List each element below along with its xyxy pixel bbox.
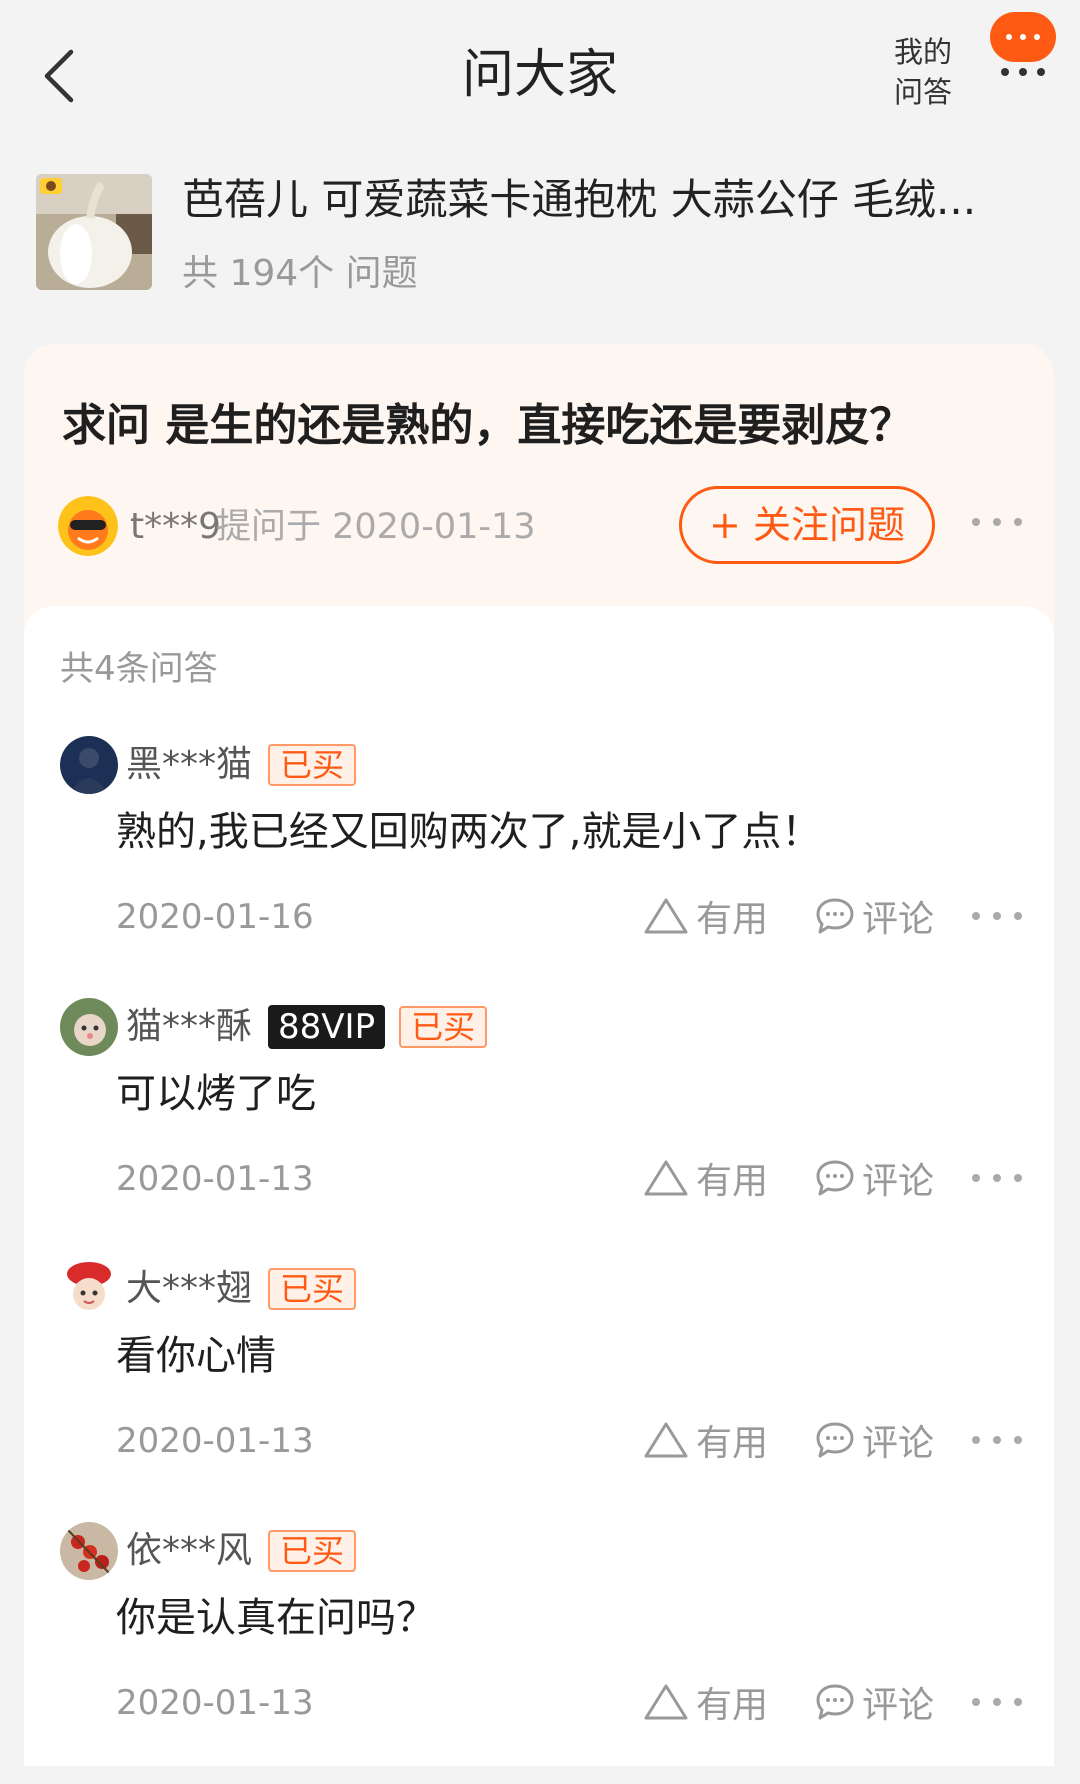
more-dots-icon[interactable]	[972, 1696, 1022, 1708]
more-dots-icon	[988, 68, 1058, 76]
comment-button[interactable]: 评论	[814, 1150, 934, 1206]
avatar	[60, 998, 118, 1056]
useful-label: 有用	[696, 899, 769, 940]
more-dots-icon[interactable]	[972, 910, 1022, 922]
product-title: 芭蓓儿 可爱蔬菜卡通抱枕 大蒜公仔 毛绒...	[182, 175, 977, 224]
more-dots-icon[interactable]	[972, 512, 1022, 532]
my-qa-link[interactable]: 我的 问答	[888, 32, 958, 112]
comment-button[interactable]: 评论	[814, 1674, 934, 1730]
triangle-useful-icon	[644, 1422, 688, 1458]
answer-text: 熟的,我已经又回购两次了,就是小了点！	[116, 809, 822, 855]
useful-button[interactable]: 有用	[642, 1150, 768, 1206]
more-dots-icon[interactable]	[972, 1434, 1022, 1446]
asker-name: t***9	[130, 506, 222, 547]
answer-date: 2020-01-16	[116, 897, 314, 937]
triangle-useful-icon	[644, 1160, 688, 1196]
comment-label: 评论	[862, 1161, 935, 1202]
my-qa-line1: 我的	[893, 35, 952, 69]
avatar	[58, 496, 118, 556]
list-item: 猫***酥 88VIP 已买 可以烤了吃 2020-01-13 有用 评论	[24, 998, 1054, 1260]
asked-date: 提问于 2020-01-13	[216, 507, 536, 547]
avatar	[60, 1522, 118, 1580]
follow-question-button[interactable]: + 关注问题	[679, 486, 935, 564]
header: 问大家 我的 问答	[0, 0, 1080, 150]
answer-author: 黑***猫 已买	[126, 740, 357, 790]
author-name: 大***翅	[126, 1268, 253, 1309]
product-summary[interactable]: 芭蓓儿 可爱蔬菜卡通抱枕 大蒜公仔 毛绒... 共 194个 问题	[0, 168, 1080, 298]
question-text: 求问 是生的还是熟的，直接吃还是要剥皮？	[62, 400, 914, 451]
answer-author: 大***翅 已买	[126, 1264, 357, 1314]
answer-date: 2020-01-13	[116, 1683, 314, 1723]
answers-count: 共4条问答	[60, 649, 218, 689]
triangle-useful-icon	[644, 1684, 688, 1720]
message-more-icon	[990, 12, 1056, 62]
bought-badge: 已买	[268, 744, 357, 786]
question-count: 共 194个 问题	[182, 253, 418, 294]
bought-badge: 已买	[268, 1530, 357, 1572]
question-card: 求问 是生的还是熟的，直接吃还是要剥皮？ t***9 提问于 2020-01-1…	[24, 344, 1054, 634]
answer-date: 2020-01-13	[116, 1421, 314, 1461]
answer-author: 猫***酥 88VIP 已买	[126, 1002, 488, 1052]
comment-button[interactable]: 评论	[814, 888, 934, 944]
answer-text: 你是认真在问吗？	[116, 1595, 436, 1641]
useful-label: 有用	[696, 1685, 769, 1726]
more-menu-button[interactable]	[988, 8, 1058, 98]
my-qa-line2: 问答	[893, 75, 952, 109]
list-item: 黑***猫 已买 熟的,我已经又回购两次了,就是小了点！ 2020-01-16 …	[24, 736, 1054, 998]
answers-list: 共4条问答 黑***猫 已买 熟的,我已经又回购两次了,就是小了点！ 2020-…	[24, 606, 1054, 1766]
product-thumbnail	[36, 174, 152, 290]
comment-button[interactable]: 评论	[814, 1412, 934, 1468]
bought-badge: 已买	[268, 1268, 357, 1310]
comment-bubble-icon	[816, 1160, 854, 1196]
useful-button[interactable]: 有用	[642, 888, 768, 944]
author-name: 依***风	[126, 1530, 253, 1571]
more-dots-icon[interactable]	[972, 1172, 1022, 1184]
avatar	[60, 736, 118, 794]
list-item: 依***风 已买 你是认真在问吗？ 2020-01-13 有用 评论	[24, 1522, 1054, 1784]
answer-author: 依***风 已买	[126, 1526, 357, 1576]
useful-button[interactable]: 有用	[642, 1412, 768, 1468]
author-name: 猫***酥	[126, 1006, 253, 1047]
useful-label: 有用	[696, 1161, 769, 1202]
useful-label: 有用	[696, 1423, 769, 1464]
comment-label: 评论	[862, 899, 935, 940]
comment-label: 评论	[862, 1685, 935, 1726]
comment-bubble-icon	[816, 1422, 854, 1458]
comment-bubble-icon	[816, 1684, 854, 1720]
answer-date: 2020-01-13	[116, 1159, 314, 1199]
author-name: 黑***猫	[126, 744, 253, 785]
avatar	[60, 1260, 118, 1318]
comment-bubble-icon	[816, 898, 854, 934]
triangle-useful-icon	[644, 898, 688, 934]
useful-button[interactable]: 有用	[642, 1674, 768, 1730]
bought-badge: 已买	[399, 1006, 488, 1048]
list-item: 大***翅 已买 看你心情 2020-01-13 有用 评论	[24, 1260, 1054, 1522]
answer-text: 看你心情	[116, 1333, 276, 1379]
comment-label: 评论	[862, 1423, 935, 1464]
answer-text: 可以烤了吃	[116, 1071, 316, 1117]
vip-badge: 88VIP	[268, 1005, 386, 1049]
